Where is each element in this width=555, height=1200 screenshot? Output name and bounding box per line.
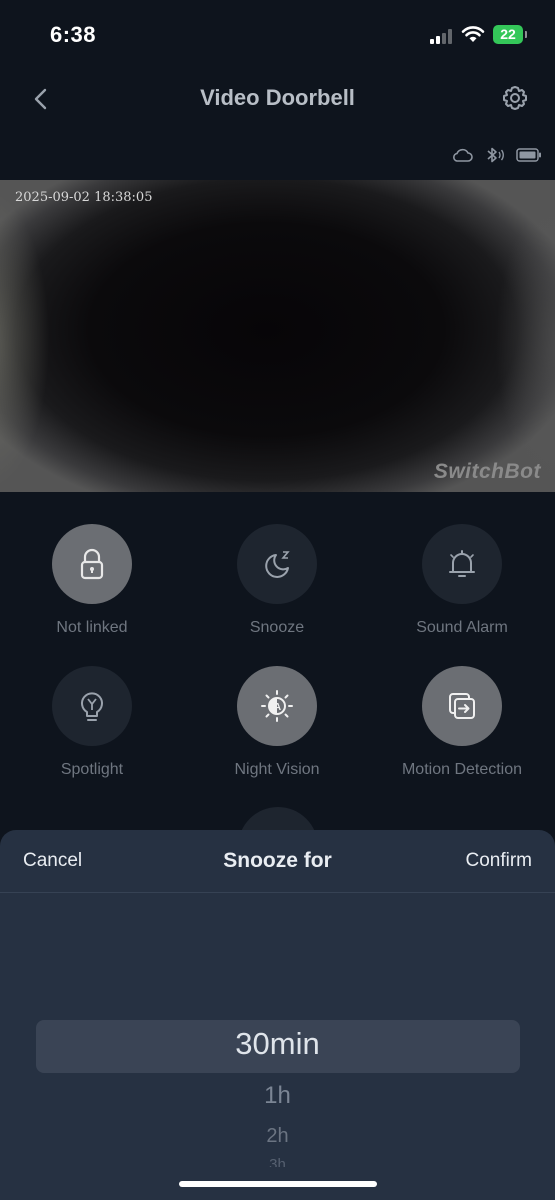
battery-indicator: 22 <box>493 25 527 44</box>
cellular-signal-icon <box>430 28 454 44</box>
lock-button[interactable] <box>52 524 132 604</box>
control-sound-alarm[interactable]: Sound Alarm <box>372 524 552 637</box>
night-vision-icon: A <box>261 690 293 722</box>
control-label: Motion Detection <box>401 761 523 778</box>
control-spotlight[interactable]: Spotlight <box>2 666 182 779</box>
status-bar: 6:38 22 <box>0 0 555 70</box>
status-time: 6:38 <box>50 22 97 47</box>
device-battery-icon <box>516 148 541 162</box>
picker-option[interactable]: 2h <box>0 1125 555 1148</box>
wifi-icon <box>461 26 485 42</box>
video-timestamp: 2025-09-02 18:38:05 <box>15 190 153 205</box>
night-vision-button[interactable]: A <box>237 666 317 746</box>
confirm-button[interactable]: Confirm <box>465 850 532 872</box>
moon-icon <box>265 551 290 578</box>
motion-detection-button[interactable] <box>422 666 502 746</box>
control-label: Not linked <box>56 619 128 636</box>
snooze-button[interactable] <box>237 524 317 604</box>
control-not-linked[interactable]: Not linked <box>2 524 182 637</box>
picker-option-selected[interactable]: 30min <box>0 1026 555 1062</box>
sheet-header: Cancel Snooze for Confirm <box>0 830 555 893</box>
control-label: Sound Alarm <box>416 619 508 636</box>
live-video-feed[interactable]: 2025-09-02 18:38:05 SwitchBot <box>0 180 555 492</box>
svg-text:A: A <box>274 702 281 713</box>
device-status-bar <box>448 144 548 168</box>
lock-icon <box>80 548 104 580</box>
bluetooth-icon <box>487 147 504 163</box>
bell-icon <box>449 550 475 577</box>
gear-icon[interactable] <box>500 83 530 113</box>
snooze-sheet: Cancel Snooze for Confirm 30min 1h 2h 3h <box>0 830 555 1200</box>
picker-option[interactable]: 1h <box>0 1082 555 1110</box>
home-indicator[interactable] <box>179 1181 377 1187</box>
page-title: Video Doorbell <box>200 85 355 110</box>
controls-grid: Not linked Snooze Sound Alarm Spotlight … <box>0 492 555 832</box>
spotlight-button[interactable] <box>52 666 132 746</box>
control-snooze[interactable]: Snooze <box>187 524 367 637</box>
bulb-icon <box>81 692 103 721</box>
cloud-icon <box>453 148 473 162</box>
motion-detection-icon <box>449 693 475 719</box>
picker-option[interactable]: 3h <box>0 1156 555 1167</box>
sound-alarm-button[interactable] <box>422 524 502 604</box>
video-watermark: SwitchBot <box>433 460 541 483</box>
control-label: Spotlight <box>60 761 124 778</box>
control-label: Snooze <box>249 619 305 636</box>
control-label: Night Vision <box>234 761 320 778</box>
control-night-vision[interactable]: A Night Vision <box>187 666 367 779</box>
nav-bar: Video Doorbell <box>0 70 555 130</box>
control-motion-detection[interactable]: Motion Detection <box>372 666 552 779</box>
